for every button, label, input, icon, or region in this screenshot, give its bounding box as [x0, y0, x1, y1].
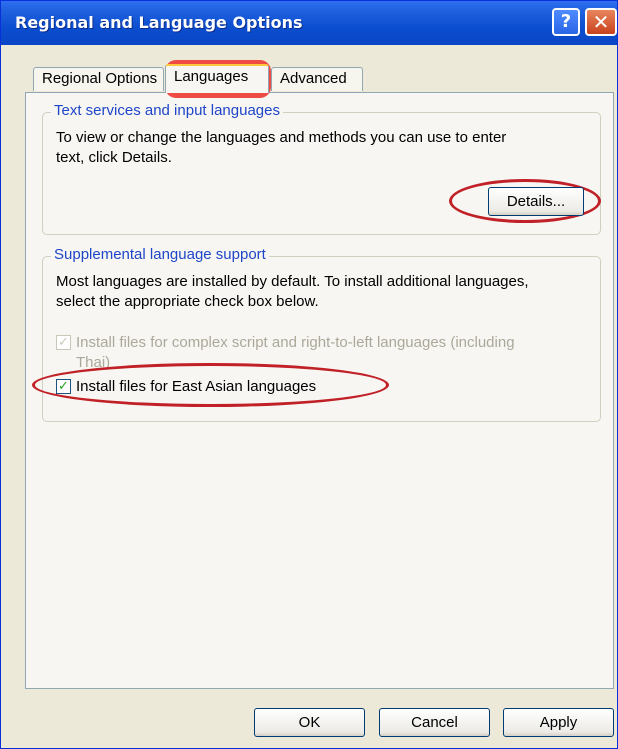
text-services-desc-line1: To view or change the languages and meth…	[56, 129, 507, 146]
supplemental-description: Most languages are installed by default.…	[56, 272, 529, 312]
east-asian-label[interactable]: Install files for East Asian languages	[76, 377, 316, 397]
question-mark-icon: ?	[560, 11, 572, 32]
dialog-window: Regional and Language Options ? ✕ Region…	[0, 0, 618, 749]
east-asian-checkbox[interactable]: ✓	[56, 379, 71, 394]
close-button[interactable]: ✕	[585, 8, 617, 36]
supplemental-desc-line1: Most languages are installed by default.…	[56, 273, 529, 290]
tab-languages[interactable]: Languages	[165, 64, 269, 93]
help-button[interactable]: ?	[552, 8, 580, 36]
tab-advanced[interactable]: Advanced	[271, 67, 363, 91]
complex-script-label-line1: Install files for complex script and rig…	[76, 334, 515, 351]
complex-script-checkbox: ✓	[56, 335, 71, 350]
cancel-button[interactable]: Cancel	[379, 708, 490, 737]
text-services-group: Text services and input languages To vie…	[42, 102, 601, 235]
close-icon: ✕	[592, 10, 610, 34]
text-services-legend: Text services and input languages	[51, 102, 283, 119]
apply-button[interactable]: Apply	[503, 708, 614, 737]
checkmark-icon: ✓	[58, 335, 69, 350]
text-services-desc-line2: text, click Details.	[56, 149, 172, 166]
supplemental-support-group: Supplemental language support Most langu…	[32, 246, 601, 422]
supplemental-desc-line2: select the appropriate check box below.	[56, 293, 319, 310]
ok-button[interactable]: OK	[254, 708, 365, 737]
tab-regional-options[interactable]: Regional Options	[33, 67, 164, 91]
details-button[interactable]: Details...	[488, 187, 584, 216]
checkmark-icon: ✓	[58, 379, 69, 394]
supplemental-legend: Supplemental language support	[51, 246, 269, 263]
east-asian-option[interactable]: ✓ Install files for East Asian languages	[56, 377, 396, 397]
tab-panel: Text services and input languages To vie…	[25, 92, 614, 689]
title-bar[interactable]: Regional and Language Options ? ✕	[1, 1, 617, 45]
text-services-description: To view or change the languages and meth…	[56, 128, 506, 168]
window-title: Regional and Language Options	[15, 13, 303, 32]
